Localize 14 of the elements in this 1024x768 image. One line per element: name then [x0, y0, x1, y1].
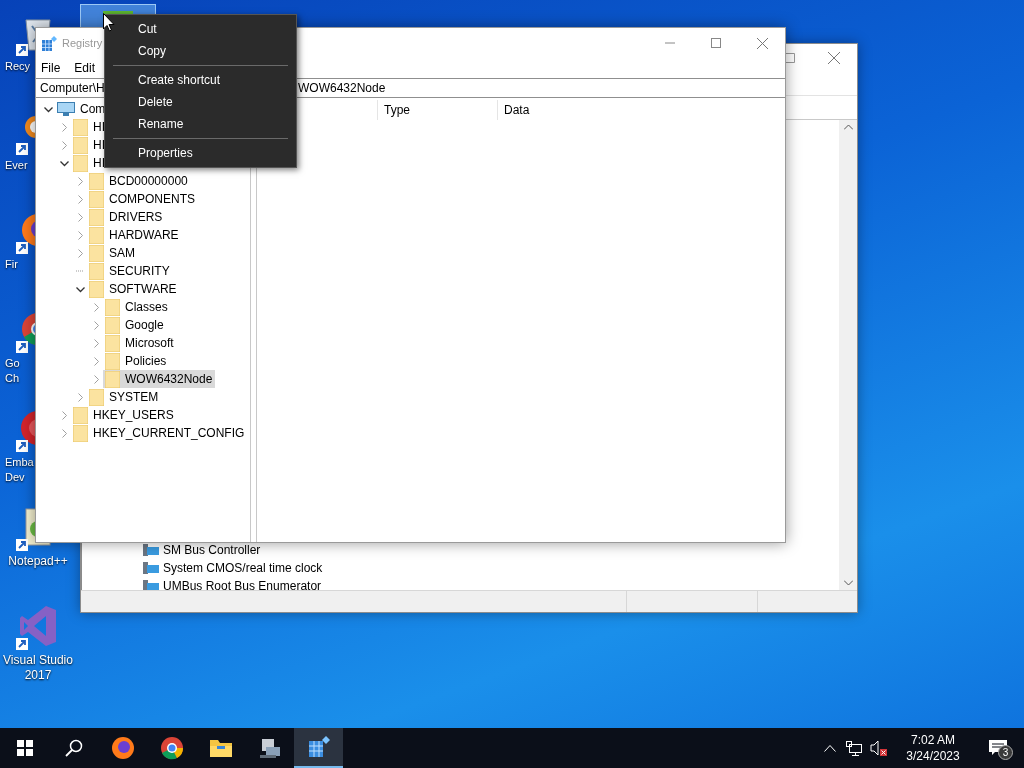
desktop-icon-label: Dev [5, 470, 25, 485]
desktop-icon-label: Ch [5, 371, 20, 386]
address-text: Computer\H [40, 80, 105, 97]
desktop-icon-label: Visual Studio [3, 653, 73, 668]
desktop-icon-label: Go [5, 356, 20, 371]
desktop-icon-label: Emba [5, 455, 34, 470]
notification-count: 3 [998, 745, 1013, 760]
address-text: WOW6432Node [298, 80, 386, 97]
desktop-icon-label: Ever [5, 158, 28, 173]
desktop-icon-label: Notepad++ [8, 554, 68, 569]
window-title: Registry [62, 35, 103, 51]
desktop-icon-label: 2017 [24, 668, 52, 683]
desktop-icon-label: Fir [5, 257, 18, 272]
desktop-icon-label: Recy [5, 59, 31, 74]
